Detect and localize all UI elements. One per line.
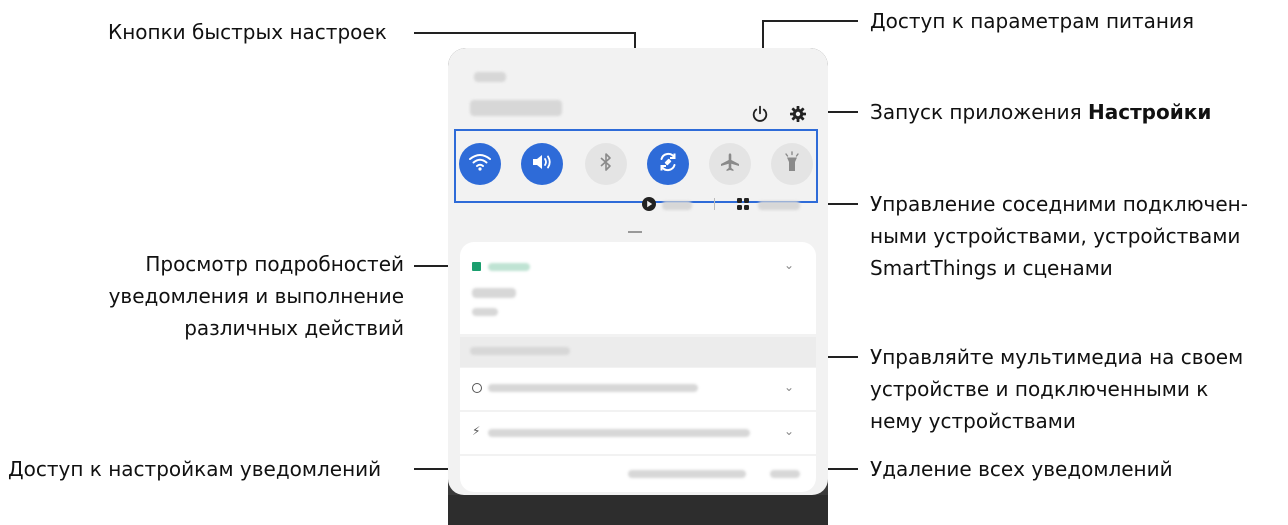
quick-buttons-callout: Кнопки быстрых настроек bbox=[108, 20, 387, 44]
drag-handle[interactable] bbox=[628, 231, 642, 233]
settings-callout-bold: Настройки bbox=[1088, 100, 1212, 124]
panel-actions bbox=[460, 456, 816, 492]
wifi-button[interactable] bbox=[459, 143, 501, 185]
devices-callout-line-1: Управление соседними подключен- bbox=[870, 192, 1248, 216]
leader-line bbox=[762, 20, 858, 22]
silent-notifications-label bbox=[470, 347, 570, 355]
details-callout-line-3: различных действий bbox=[184, 316, 404, 340]
calendar-app-name bbox=[488, 263, 530, 271]
sound-icon bbox=[530, 152, 554, 176]
phone-screen: ⌄ ⌄ ⚡ ⌄ bbox=[448, 48, 828, 525]
chevron-down-icon[interactable]: ⌄ bbox=[784, 380, 794, 394]
quick-settings-frame bbox=[454, 129, 818, 203]
devices-label bbox=[758, 201, 800, 210]
chevron-down-icon[interactable]: ⌄ bbox=[784, 258, 794, 272]
flashlight-icon bbox=[783, 151, 801, 177]
bluetooth-icon bbox=[597, 152, 615, 176]
clock-text bbox=[474, 72, 506, 82]
notification-time bbox=[472, 308, 498, 316]
gear-icon[interactable] bbox=[786, 102, 810, 126]
settings-callout: Запуск приложения Настройки bbox=[870, 98, 1211, 126]
devices-callout-line-2: ными устройствами, устройствами bbox=[870, 224, 1241, 248]
flashlight-button[interactable] bbox=[771, 143, 813, 185]
wifi-icon bbox=[468, 152, 492, 176]
devices-button[interactable] bbox=[734, 196, 752, 214]
notification-settings-callout: Доступ к настройкам уведомлений bbox=[8, 457, 382, 481]
play-icon bbox=[642, 196, 656, 215]
settings-notification[interactable]: ⚡ ⌄ bbox=[460, 412, 816, 454]
settings-notification-text bbox=[488, 429, 750, 437]
calendar-notification[interactable]: ⌄ bbox=[460, 242, 816, 334]
auto-rotate-icon bbox=[657, 151, 679, 177]
airplane-icon bbox=[719, 151, 741, 177]
details-callout-line-1: Просмотр подробностей bbox=[145, 252, 404, 276]
auto-rotate-button[interactable] bbox=[647, 143, 689, 185]
notification-title bbox=[472, 288, 516, 298]
leader-line bbox=[414, 32, 636, 34]
media-divider bbox=[714, 198, 715, 210]
airplane-mode-button[interactable] bbox=[709, 143, 751, 185]
flash-icon: ⚡ bbox=[472, 424, 481, 438]
notification-settings-button[interactable] bbox=[628, 470, 746, 478]
clear-all-button[interactable] bbox=[770, 470, 800, 478]
power-callout: Доступ к параметрам питания bbox=[870, 9, 1195, 33]
details-callout-line-2: уведомления и выполнение bbox=[108, 284, 404, 308]
clear-all-callout: Удаление всех уведомлений bbox=[870, 457, 1173, 481]
silent-notifications-header bbox=[460, 337, 816, 367]
media-callout-line-2: устройстве и подключенными к bbox=[870, 377, 1209, 401]
media-callout-line-3: нему устройствами bbox=[870, 409, 1076, 433]
grid-icon bbox=[736, 196, 750, 215]
power-icon[interactable] bbox=[748, 102, 772, 126]
devices-callout-line-3: SmartThings и сценами bbox=[870, 256, 1113, 280]
calendar-icon bbox=[472, 262, 481, 271]
android-system-notification[interactable]: ⌄ bbox=[460, 368, 816, 410]
home-screen-background bbox=[448, 495, 828, 525]
chevron-down-icon[interactable]: ⌄ bbox=[784, 424, 794, 438]
android-system-icon bbox=[472, 383, 482, 393]
media-button[interactable] bbox=[640, 196, 658, 214]
media-label bbox=[662, 201, 692, 210]
android-system-text bbox=[488, 384, 698, 392]
bluetooth-button[interactable] bbox=[585, 143, 627, 185]
sound-button[interactable] bbox=[521, 143, 563, 185]
settings-callout-prefix: Запуск приложения bbox=[870, 100, 1088, 124]
media-callout-line-1: Управляйте мультимедиа на своем bbox=[870, 345, 1244, 369]
date-text bbox=[470, 100, 562, 116]
notification-panel: ⌄ ⌄ ⚡ ⌄ bbox=[448, 48, 828, 495]
